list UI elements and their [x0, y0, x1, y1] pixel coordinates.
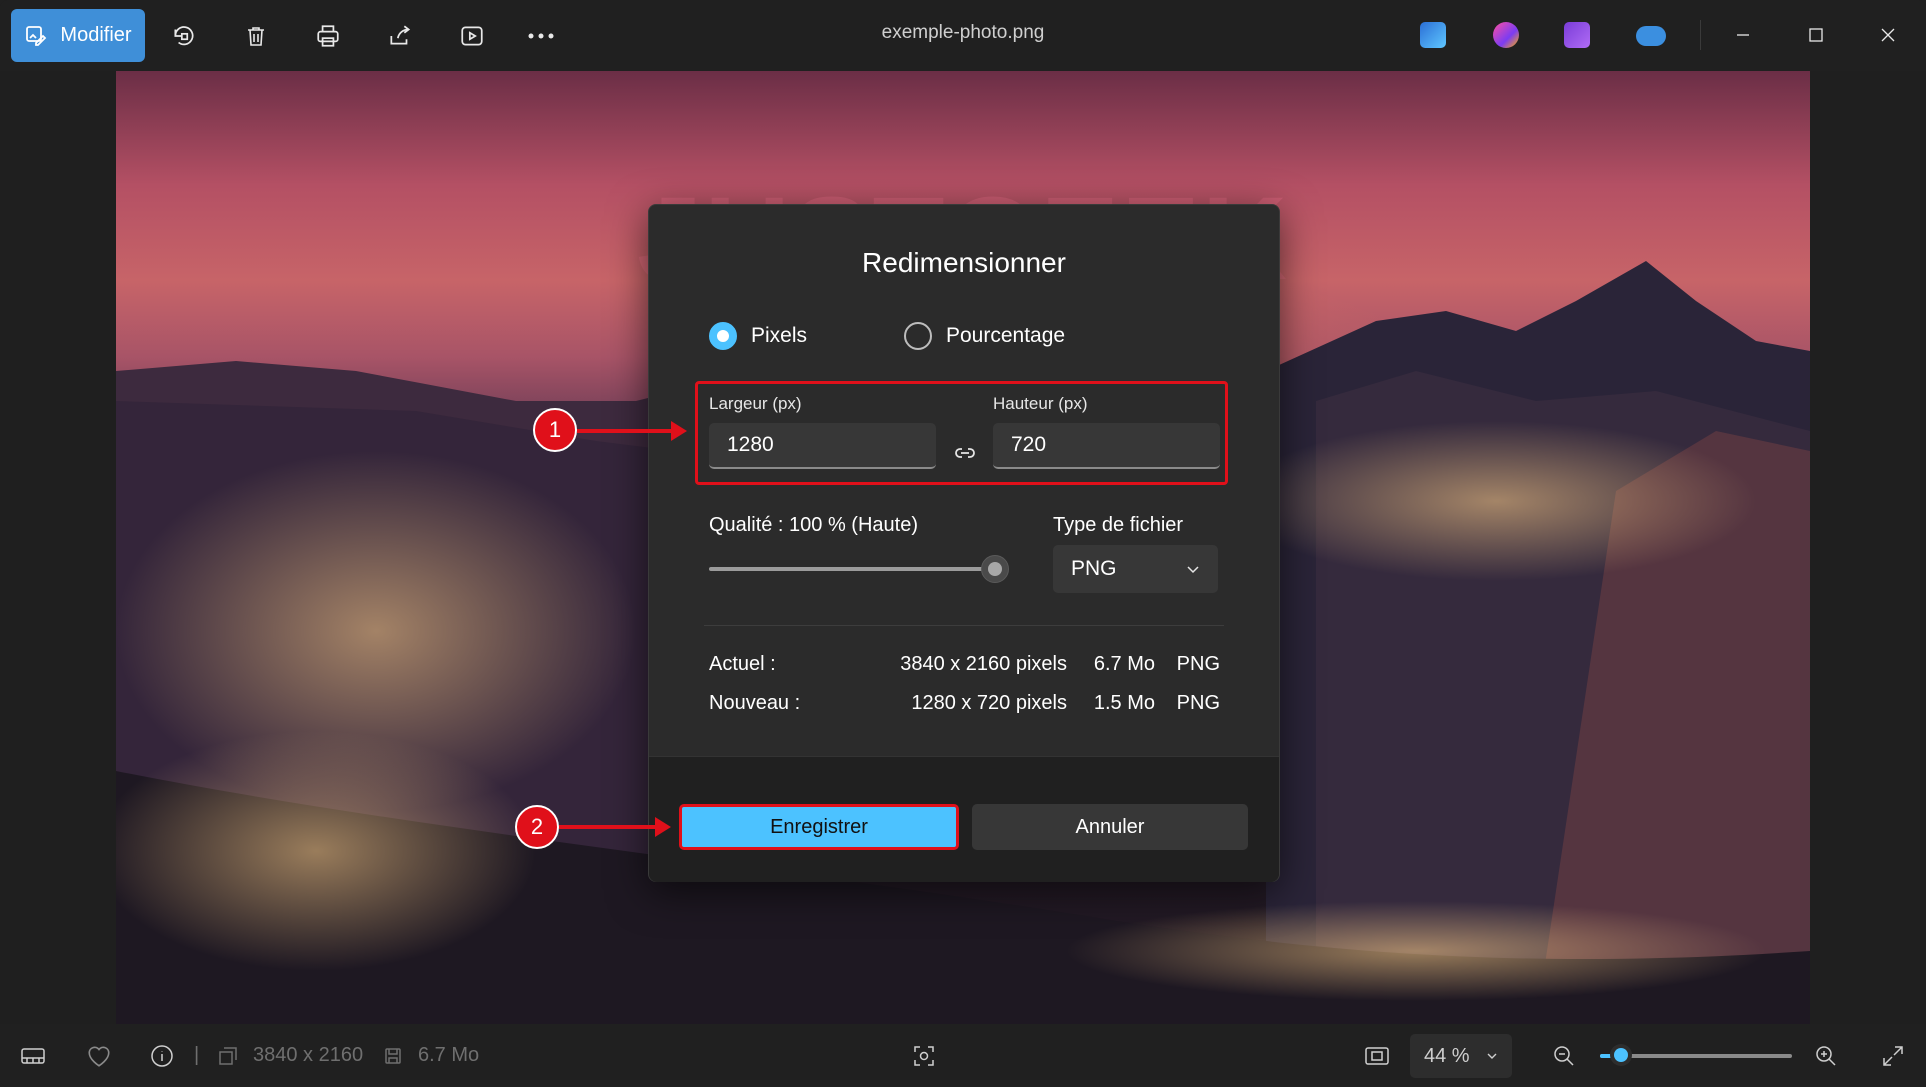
clipchamp-icon[interactable] [1493, 22, 1519, 48]
minimize-button[interactable] [1710, 12, 1776, 58]
onedrive-offline-icon[interactable] [1636, 26, 1666, 46]
filetype-label: Type de fichier [1053, 514, 1184, 536]
close-button[interactable] [1855, 12, 1921, 58]
dialog-title: Redimensionner [862, 247, 1066, 278]
statusbar-separator: | [194, 1044, 200, 1066]
dimensions-icon [218, 1024, 238, 1087]
width-input[interactable]: 1280 [709, 423, 936, 469]
visual-search-icon [914, 1045, 934, 1066]
minimize-icon [1737, 34, 1749, 36]
title-bar: Modifier exemple-photo.png [0, 0, 1926, 71]
maximize-icon [1809, 28, 1823, 42]
annotation-badge-1: 1 [533, 408, 577, 452]
save-disk-icon [384, 1024, 402, 1087]
zoom-slider-thumb[interactable] [1610, 1044, 1632, 1066]
current-format: PNG [1176, 653, 1220, 675]
radio-pixels-label: Pixels [751, 324, 808, 347]
resize-dialog: Redimensionner Pixels Pourcentage Largeu… [648, 204, 1280, 882]
new-size: 1.5 Mo [1093, 692, 1155, 714]
chevron-down-icon [1487, 1053, 1497, 1059]
file-size: 6.7 Mo [418, 1044, 480, 1066]
zoom-out-icon [1554, 1045, 1574, 1066]
new-format: PNG [1176, 692, 1220, 714]
aspect-lock-link-icon[interactable] [953, 441, 977, 465]
width-value: 1280 [727, 433, 774, 456]
filetype-select[interactable]: PNG [1053, 545, 1218, 593]
info-divider [704, 625, 1224, 626]
annotation-badge-2: 2 [515, 805, 559, 849]
image-dimensions: 3840 x 2160 [253, 1044, 364, 1066]
zoom-value: 44 % [1424, 1044, 1470, 1067]
current-label: Actuel : [709, 653, 776, 675]
visual-search-button[interactable] [912, 1024, 936, 1087]
radio-pixels[interactable]: Pixels [709, 322, 807, 350]
current-dims: 3840 x 2160 pixels [900, 653, 1067, 675]
height-input[interactable]: 720 [993, 423, 1220, 469]
maximize-button[interactable] [1783, 12, 1849, 58]
info-button[interactable] [150, 1024, 174, 1087]
video-editor-icon[interactable] [1564, 22, 1590, 48]
current-size: 6.7 Mo [1093, 653, 1155, 675]
zoom-in-icon [1816, 1045, 1836, 1066]
quality-slider-thumb[interactable] [981, 555, 1009, 583]
filmstrip-icon [21, 1047, 45, 1064]
height-label: Hauteur (px) [993, 394, 1088, 413]
info-icon [151, 1044, 173, 1067]
width-label: Largeur (px) [709, 394, 802, 413]
cancel-button[interactable]: Annuler [972, 804, 1248, 850]
radio-percentage-dot [904, 322, 932, 350]
new-dims: 1280 x 720 pixels [911, 692, 1067, 714]
favorite-button[interactable] [86, 1024, 112, 1087]
filetype-value: PNG [1071, 557, 1117, 580]
save-button[interactable]: Enregistrer [679, 804, 959, 850]
height-value: 720 [1011, 433, 1047, 456]
quality-slider-track[interactable] [709, 567, 997, 571]
annotation-arrow-2 [559, 817, 671, 837]
expand-icon [1883, 1045, 1903, 1066]
annotation-arrow-1 [577, 421, 687, 441]
radio-percentage-label: Pourcentage [946, 324, 1066, 347]
zoom-out-button[interactable] [1552, 1024, 1576, 1087]
status-bar: | 3840 x 2160 6.7 Mo 44 % [0, 1024, 1926, 1087]
close-icon [1881, 28, 1895, 42]
photo-editor-icon[interactable] [1420, 22, 1446, 48]
fullscreen-button[interactable] [1882, 1024, 1904, 1087]
quality-label: Qualité : 100 % (Haute) [709, 514, 918, 536]
toolbar-divider [1700, 20, 1701, 50]
photos-app-window: Modifier exemple-photo.png Redimensionne… [0, 0, 1926, 1087]
chevron-down-icon [1187, 566, 1199, 574]
heart-icon [88, 1046, 110, 1067]
radio-percentage[interactable]: Pourcentage [904, 322, 1065, 350]
radio-pixels-dot [709, 322, 737, 350]
filmstrip-button[interactable] [20, 1024, 46, 1087]
fit-to-window-button[interactable] [1364, 1024, 1390, 1087]
new-label: Nouveau : [709, 692, 801, 714]
zoom-dropdown[interactable]: 44 % [1410, 1034, 1512, 1078]
fit-screen-icon [1365, 1046, 1389, 1065]
zoom-in-button[interactable] [1814, 1024, 1838, 1087]
